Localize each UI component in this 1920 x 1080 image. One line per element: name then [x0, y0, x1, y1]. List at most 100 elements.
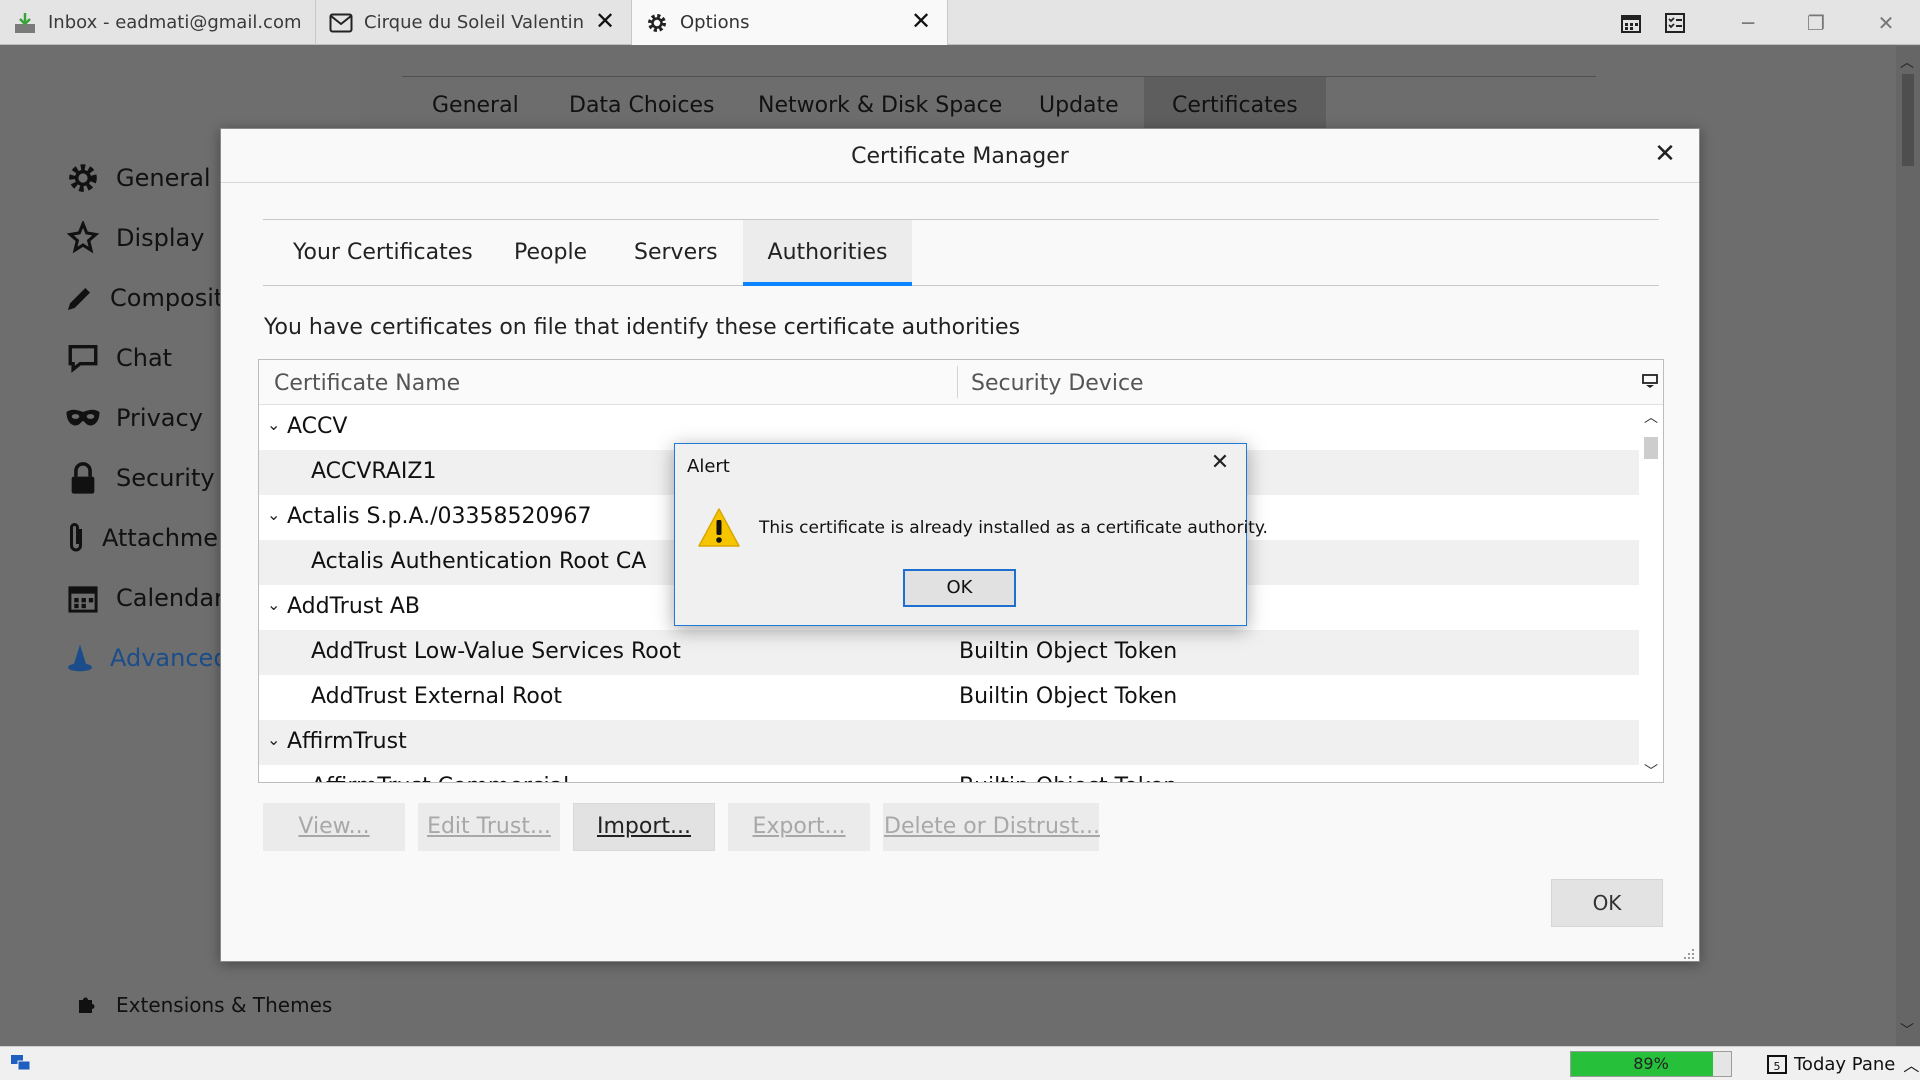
tree-scrollbar[interactable]: ︿ ﹀: [1639, 405, 1663, 782]
sidebar-item-label: Display: [116, 224, 205, 252]
calendar-icon[interactable]: [1616, 8, 1646, 38]
tab-network-disk-space[interactable]: Network & Disk Space: [758, 93, 1002, 118]
sidebar-item-label: Advanced: [110, 644, 226, 672]
certificate-name: AffirmTrust Commercial: [311, 774, 569, 782]
calendar-day-icon: 5: [1766, 1053, 1788, 1075]
column-header-certificate-name[interactable]: Certificate Name: [274, 371, 460, 396]
tab-inbox[interactable]: Inbox - eadmati@gmail.com: [0, 0, 316, 45]
certificate-name: Actalis S.p.A./03358520967: [287, 504, 592, 529]
table-row[interactable]: AffirmTrust Commercial Builtin Object Tok…: [259, 765, 1639, 782]
paperclip-icon: [64, 519, 88, 557]
tab-data-choices[interactable]: Data Choices: [569, 93, 715, 118]
column-header-security-device[interactable]: Security Device: [971, 371, 1144, 396]
pencil-icon: [64, 279, 96, 317]
sidebar-item-security[interactable]: Security: [64, 456, 215, 500]
close-icon[interactable]: ✕: [1651, 141, 1679, 169]
alert-ok-button[interactable]: OK: [903, 569, 1016, 607]
window-close-button[interactable]: ✕: [1871, 8, 1901, 38]
sidebar-item-composition[interactable]: Composition: [64, 276, 226, 320]
tab-general[interactable]: General: [432, 93, 519, 118]
sidebar-item-privacy[interactable]: Privacy: [64, 396, 203, 440]
scrollbar-thumb[interactable]: [1644, 437, 1658, 459]
table-row[interactable]: AddTrust External Root Builtin Object Tok…: [259, 675, 1639, 720]
chat-icon: [64, 339, 102, 377]
dialog-title: Certificate Manager: [851, 144, 1069, 169]
certificate-name: AddTrust Low-Value Services Root: [311, 639, 681, 664]
wizard-hat-icon: [64, 639, 96, 677]
dialog-header: Certificate Manager ✕: [221, 129, 1699, 183]
sidebar-item-extensions[interactable]: Extensions & Themes: [72, 990, 332, 1020]
chevron-down-icon[interactable]: ﹀: [1644, 761, 1658, 781]
certificate-name: AddTrust AB: [287, 594, 421, 619]
import-button[interactable]: Import...: [573, 803, 715, 851]
column-picker-icon[interactable]: [1641, 372, 1659, 390]
chevron-down-icon[interactable]: ⌄: [267, 505, 280, 524]
envelope-icon: [328, 10, 354, 36]
close-icon[interactable]: ✕: [1208, 452, 1232, 476]
tab-message[interactable]: Cirque du Soleil Valentine's D ✕: [316, 0, 632, 45]
security-device: Builtin Object Token: [959, 639, 1178, 664]
sidebar-item-attachments[interactable]: Attachments: [64, 516, 226, 560]
sidebar-item-advanced[interactable]: Advanced: [64, 636, 226, 680]
table-row[interactable]: AddTrust Low-Value Services Root Builtin …: [259, 630, 1639, 675]
chevron-down-icon[interactable]: ⌄: [267, 595, 280, 614]
security-device: Builtin Object Token: [959, 684, 1178, 709]
tab-authorities[interactable]: Authorities: [743, 220, 912, 286]
today-pane-toggle[interactable]: 5 Today Pane ︿: [1766, 1052, 1919, 1076]
minimize-button[interactable]: ─: [1733, 8, 1763, 38]
network-status-icon[interactable]: [10, 1053, 32, 1077]
tree-group-row[interactable]: ⌄ AffirmTrust: [259, 720, 1639, 765]
tab-your-certificates[interactable]: Your Certificates: [293, 220, 473, 286]
sidebar-item-display[interactable]: Display: [64, 216, 204, 260]
security-device: Builtin Object Token: [959, 774, 1177, 782]
sidebar-item-label: Extensions & Themes: [116, 993, 333, 1017]
calendar-icon: [64, 579, 102, 617]
options-tabs: General Data Choices Network & Disk Spac…: [402, 76, 1596, 129]
close-icon[interactable]: ✕: [593, 9, 617, 34]
tab-options[interactable]: Options ✕: [632, 0, 948, 45]
sidebar-item-chat[interactable]: Chat: [64, 336, 172, 380]
sidebar-item-label: Composition: [110, 284, 226, 312]
scrollbar-thumb[interactable]: [1902, 74, 1914, 166]
certificate-name: AffirmTrust: [287, 729, 407, 754]
sidebar-item-general[interactable]: General: [64, 156, 211, 200]
view-button[interactable]: View...: [263, 803, 405, 851]
authorities-description: You have certificates on file that ident…: [264, 315, 1021, 340]
sidebar-item-label: Calendar: [116, 584, 224, 612]
display-icon: [64, 219, 102, 257]
tab-label: Inbox - eadmati@gmail.com: [48, 12, 302, 33]
close-icon[interactable]: ✕: [909, 9, 933, 34]
delete-or-distrust-button[interactable]: Delete or Distrust...: [883, 803, 1100, 851]
certificate-name: Actalis Authentication Root CA: [311, 549, 647, 574]
alert-title: Alert: [687, 456, 730, 477]
ok-button[interactable]: OK: [1551, 879, 1663, 927]
tasks-icon[interactable]: [1660, 8, 1690, 38]
page-scrollbar[interactable]: ︿ ﹀: [1896, 46, 1920, 1046]
alert-message: This certificate is already installed as…: [759, 518, 1268, 538]
export-button[interactable]: Export...: [728, 803, 870, 851]
chevron-up-icon: ︿: [1903, 1056, 1920, 1075]
tab-certificates[interactable]: Certificates: [1144, 77, 1326, 129]
inbox-download-icon: [12, 10, 38, 36]
gear-icon: [64, 159, 102, 197]
chevron-up-icon[interactable]: ︿: [1900, 52, 1914, 72]
chevron-down-icon[interactable]: ⌄: [267, 415, 280, 434]
chevron-down-icon[interactable]: ⌄: [267, 730, 280, 749]
mask-icon: [64, 399, 102, 437]
sidebar-item-calendar[interactable]: Calendar: [64, 576, 224, 620]
chevron-up-icon[interactable]: ︿: [1644, 407, 1658, 427]
today-pane-label: Today Pane: [1794, 1053, 1896, 1075]
sidebar-item-label: General: [116, 164, 211, 192]
tab-servers[interactable]: Servers: [634, 220, 718, 286]
tab-label: Cirque du Soleil Valentine's D: [364, 12, 584, 33]
edit-trust-button[interactable]: Edit Trust...: [418, 803, 560, 851]
puzzle-icon: [72, 990, 102, 1020]
resize-grip-icon[interactable]: [1683, 945, 1695, 959]
column-separator[interactable]: [957, 366, 958, 398]
progress-bar: 89%: [1570, 1051, 1732, 1077]
tab-people[interactable]: People: [514, 220, 587, 286]
restore-button[interactable]: ❐: [1801, 8, 1831, 38]
tree-header: Certificate Name Security Device: [259, 360, 1663, 405]
tab-update[interactable]: Update: [1039, 93, 1119, 118]
chevron-down-icon[interactable]: ﹀: [1900, 1020, 1914, 1040]
